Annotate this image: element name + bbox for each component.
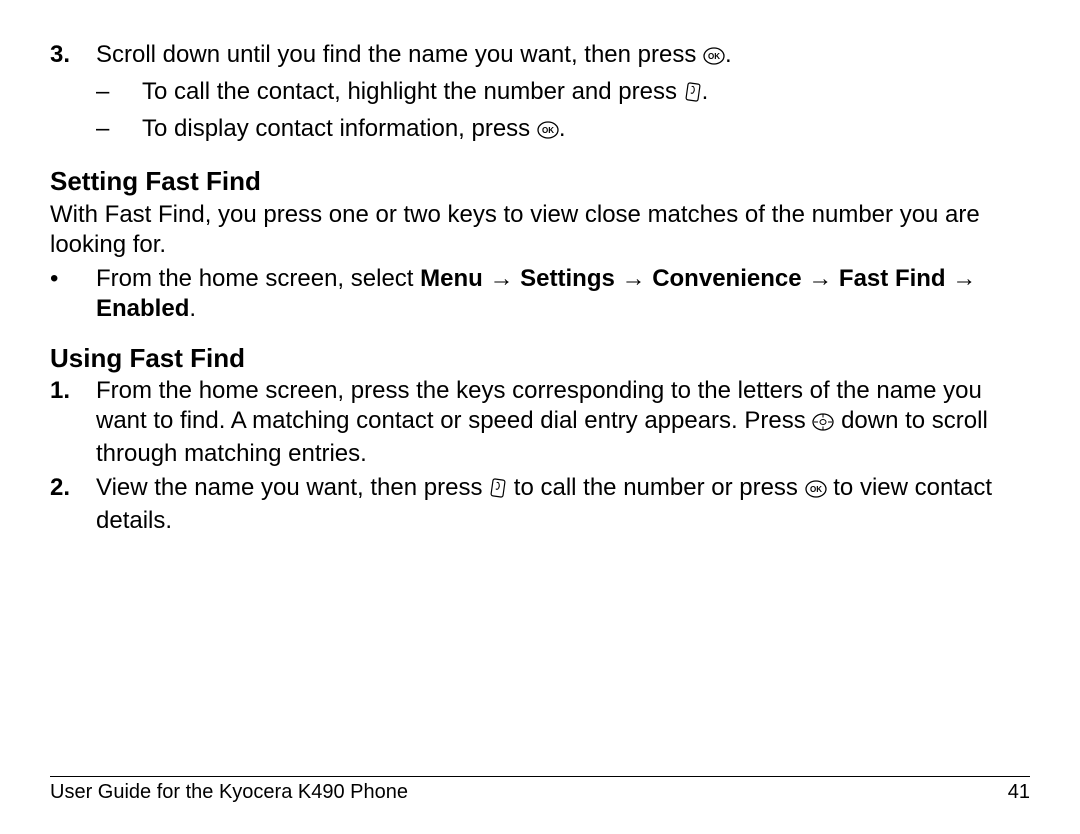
step3-sub2: – To display contact information, press … (96, 114, 1030, 147)
path-fastfind: Fast Find (839, 265, 946, 292)
step-number: 3. (50, 40, 96, 73)
ok-icon (805, 476, 827, 506)
ok-icon (537, 117, 559, 147)
s2-text-b: to call the number or press (507, 474, 804, 501)
step-body: View the name you want, then press to ca… (96, 473, 1030, 536)
step-body: From the home screen, press the keys cor… (96, 376, 1030, 469)
dash: – (96, 114, 142, 147)
path-settings: Settings (520, 265, 615, 292)
dash: – (96, 77, 142, 110)
bullet-mark: • (50, 264, 96, 324)
step-3: 3. Scroll down until you find the name y… (50, 40, 1030, 73)
ok-icon (703, 43, 725, 73)
path-menu: Menu (420, 265, 483, 292)
nav-icon (812, 409, 834, 439)
step3-text-b: . (725, 41, 732, 68)
step3-text-a: Scroll down until you find the name you … (96, 41, 703, 68)
sub1-text-a: To call the contact, highlight the numbe… (142, 78, 684, 105)
call-icon (489, 476, 507, 506)
sub2-text-a: To display contact information, press (142, 115, 537, 142)
setting-bullet: • From the home screen, select Menu → Se… (50, 264, 1030, 324)
path-convenience: Convenience (652, 265, 801, 292)
manual-page: 3. Scroll down until you find the name y… (0, 0, 1080, 834)
s2-text-a: View the name you want, then press (96, 474, 489, 501)
page-number: 41 (1008, 781, 1030, 804)
page-content: 3. Scroll down until you find the name y… (50, 40, 1030, 536)
step-number: 1. (50, 376, 96, 469)
arrow-icon: → (946, 265, 977, 292)
arrow-icon: → (802, 265, 839, 292)
using-step-1: 1. From the home screen, press the keys … (50, 376, 1030, 469)
period: . (189, 295, 196, 322)
footer-title: User Guide for the Kyocera K490 Phone (50, 781, 408, 804)
menu-path: From the home screen, select Menu → Sett… (96, 264, 1030, 324)
step-number: 2. (50, 473, 96, 536)
heading-using-fast-find: Using Fast Find (50, 342, 1030, 375)
setting-intro: With Fast Find, you press one or two key… (50, 200, 1030, 260)
sub2-text-b: . (559, 115, 566, 142)
arrow-icon: → (483, 265, 520, 292)
path-enabled: Enabled (96, 295, 189, 322)
step-body: Scroll down until you find the name you … (96, 40, 1030, 73)
page-footer: User Guide for the Kyocera K490 Phone 41 (50, 776, 1030, 804)
step3-sub1: – To call the contact, highlight the num… (96, 77, 1030, 110)
bullet-lead: From the home screen, select (96, 265, 420, 292)
using-step-2: 2. View the name you want, then press to… (50, 473, 1030, 536)
heading-setting-fast-find: Setting Fast Find (50, 165, 1030, 198)
call-icon (684, 80, 702, 110)
arrow-icon: → (615, 265, 652, 292)
sub1-text-b: . (702, 78, 709, 105)
